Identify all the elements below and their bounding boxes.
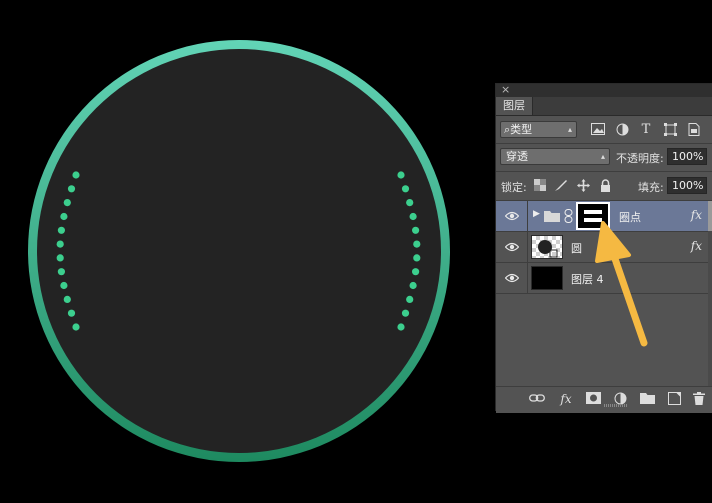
dot (406, 199, 414, 207)
dark-disc (37, 49, 441, 453)
new-layer-icon[interactable] (666, 392, 682, 406)
tab-layers[interactable]: 图层 (496, 97, 533, 115)
dot (57, 268, 65, 276)
updown-arrow-icon: ▴ (567, 125, 572, 134)
eye-icon (505, 211, 519, 221)
panel-bottom-toolbar: fx (496, 386, 712, 413)
panel-titlebar[interactable]: × (496, 83, 712, 97)
type-layer-filter-icon[interactable]: T (639, 123, 653, 137)
link-layers-icon[interactable] (529, 392, 545, 406)
dot (67, 185, 76, 193)
dot (401, 185, 410, 193)
visibility-toggle[interactable] (496, 263, 528, 293)
dot (72, 323, 80, 331)
dot (401, 309, 410, 317)
layer-thumbnail[interactable] (531, 235, 563, 259)
lock-row: 锁定: 填充: 100% (496, 172, 712, 200)
canvas-artwork (28, 40, 450, 462)
panel-tabs: 图层 (496, 97, 712, 116)
visibility-toggle[interactable] (496, 232, 528, 262)
expand-triangle-icon[interactable]: ▶ (533, 209, 540, 219)
dot (413, 240, 421, 248)
lock-position-icon[interactable] (576, 179, 590, 193)
lock-label: 锁定: (501, 181, 527, 194)
eye-icon (505, 273, 519, 283)
dot (406, 295, 414, 303)
filter-kind-label: 类型 (510, 123, 533, 136)
resize-grip[interactable] (604, 404, 628, 407)
layer-effects-icon[interactable]: fx (691, 208, 702, 222)
visibility-toggle[interactable] (496, 201, 528, 231)
dot (56, 254, 64, 262)
folder-icon (544, 211, 560, 222)
add-layer-style-button[interactable]: fx (558, 392, 574, 406)
dot (63, 199, 71, 207)
annotation-arrow (595, 221, 648, 347)
smart-object-filter-icon[interactable] (687, 123, 701, 137)
dot (409, 281, 417, 290)
eye-icon (505, 242, 519, 252)
filter-kind-dropdown[interactable]: ⌕类型 ▴ (500, 121, 577, 138)
blend-mode-dropdown[interactable]: 穿透 ▴ (500, 148, 610, 165)
dot (57, 226, 65, 234)
shape-thumbnail-icon (538, 240, 558, 258)
close-icon[interactable]: × (501, 83, 510, 96)
dot (397, 323, 405, 331)
lock-all-icon[interactable] (598, 179, 612, 193)
add-mask-icon[interactable] (585, 392, 601, 406)
lock-image-pixels-icon[interactable] (554, 179, 568, 193)
dot (409, 212, 417, 221)
dot (60, 281, 68, 290)
dot (67, 309, 76, 317)
layer-name[interactable]: 圆 (571, 240, 582, 256)
shape-layer-filter-icon[interactable] (663, 123, 677, 137)
dot (72, 171, 80, 179)
blend-row: 穿透 ▴ 不透明度: 100% (496, 144, 712, 171)
fill-field[interactable]: 100% (667, 177, 707, 194)
dot (63, 295, 71, 303)
dot (60, 212, 68, 221)
opacity-label: 不透明度: (616, 152, 664, 165)
dot (413, 254, 421, 262)
dot (397, 171, 405, 179)
layers-scrollbar[interactable] (708, 201, 712, 386)
dot (412, 226, 420, 234)
pixel-layer-filter-icon[interactable] (591, 123, 605, 137)
blend-mode-value: 穿透 (506, 150, 528, 163)
layer-thumbnail[interactable] (531, 266, 563, 290)
dot (412, 268, 420, 276)
scrollbar-thumb[interactable] (708, 201, 712, 231)
lock-transparency-icon[interactable] (533, 179, 547, 193)
opacity-field[interactable]: 100% (667, 148, 707, 165)
filter-row: ⌕类型 ▴ T (496, 117, 712, 143)
new-group-folder-icon[interactable] (639, 392, 655, 406)
link-chain-icon[interactable] (564, 209, 573, 223)
fill-label: 填充: (638, 181, 664, 194)
layer-effects-icon[interactable]: fx (691, 239, 702, 253)
updown-arrow-icon: ▴ (600, 152, 605, 161)
dot (56, 240, 64, 248)
adjustment-layer-filter-icon[interactable] (615, 123, 629, 137)
delete-layer-trash-icon[interactable] (691, 392, 707, 406)
